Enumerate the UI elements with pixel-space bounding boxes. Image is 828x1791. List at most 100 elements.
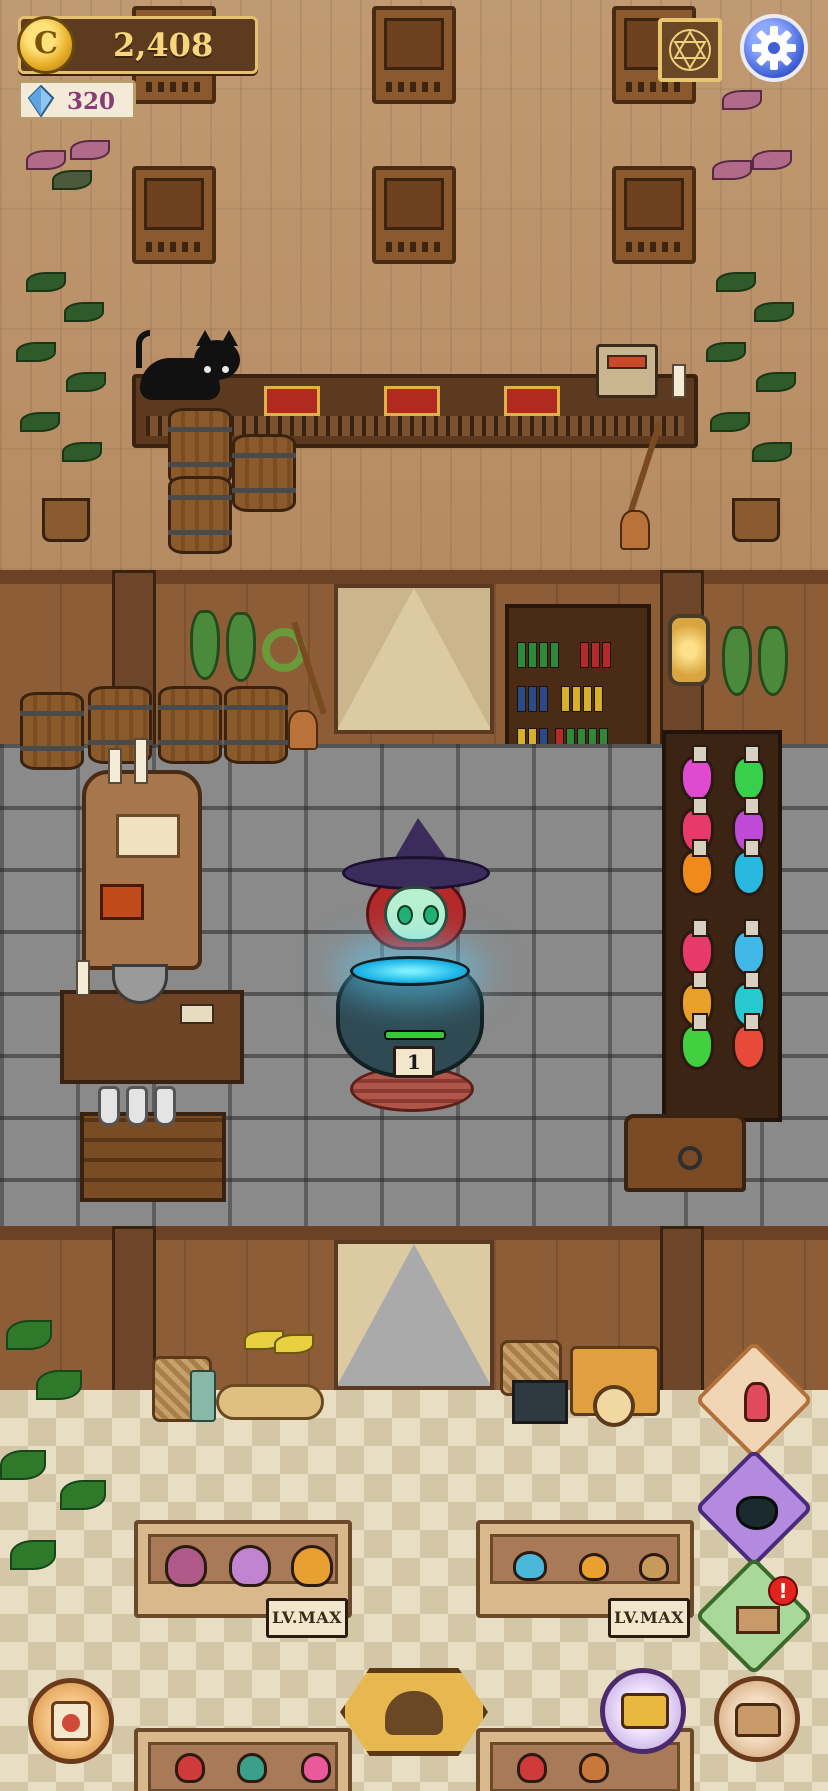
- teal-herb-plant: [237, 1753, 267, 1783]
- broom-icon: [620, 420, 663, 550]
- coin-counter[interactable]: C 2,408: [17, 16, 258, 74]
- barrel: [158, 686, 222, 764]
- recipe-scroll-button[interactable]: [28, 1678, 114, 1764]
- recipe-scroll-icon: [51, 1701, 91, 1741]
- potion-bottle[interactable]: [680, 1013, 714, 1070]
- potion-bottle[interactable]: [680, 745, 714, 802]
- purple-flower-plant: [165, 1545, 207, 1587]
- gem-counter[interactable]: 320: [18, 80, 136, 120]
- barrel: [20, 692, 84, 770]
- purple-mushroom: [229, 1545, 271, 1587]
- customer-chair: [132, 166, 216, 264]
- shop-cart-button[interactable]: [600, 1668, 686, 1754]
- candle-icon: [108, 748, 122, 784]
- gear-icon: [752, 26, 796, 70]
- dried-herb-bundle: [758, 626, 788, 696]
- coin-amount: 2,408: [113, 26, 214, 64]
- candle-icon: [672, 364, 686, 398]
- planter-level-label: LV.MAX: [608, 1598, 690, 1638]
- black-cat[interactable]: [136, 330, 240, 400]
- customer-chair: [372, 6, 456, 104]
- barrel: [224, 686, 288, 764]
- gold-coin-icon: C: [17, 16, 75, 74]
- flower-plant: [26, 140, 116, 200]
- dried-herb-bundle: [722, 626, 752, 696]
- treasure-chest[interactable]: [624, 1114, 746, 1192]
- hay-bundle: [216, 1384, 324, 1420]
- spellbook-desk[interactable]: [82, 738, 202, 970]
- potion-bottle[interactable]: [680, 919, 714, 976]
- alert-badge: !: [768, 1576, 798, 1606]
- empty-bottle-crate[interactable]: [80, 1086, 226, 1202]
- bookshelf[interactable]: [505, 604, 651, 764]
- vine-leaf: [36, 1370, 82, 1400]
- grimoire-button[interactable]: [658, 18, 722, 82]
- garden-bed-icon: [736, 1606, 780, 1634]
- counter-slot[interactable]: [384, 386, 440, 416]
- spellbook-icon[interactable]: [116, 814, 180, 858]
- barrel: [168, 408, 232, 486]
- blue-herb-plant: [513, 1551, 547, 1581]
- potion-stand-icon: [744, 1382, 770, 1422]
- produce-cart: [570, 1346, 660, 1427]
- garden-fork-icon: [190, 1370, 216, 1422]
- potion-bottle[interactable]: [732, 839, 766, 896]
- customer-chair: [612, 166, 696, 264]
- witch-face: [384, 886, 448, 942]
- barrel: [232, 434, 296, 512]
- oil-lantern-icon: [668, 614, 710, 686]
- ingredient-table[interactable]: [60, 960, 244, 1084]
- red-flower-plant: [517, 1753, 547, 1783]
- brew-progress-bar: [384, 1030, 446, 1040]
- potted-plant: [706, 272, 806, 542]
- herb-crate: [512, 1380, 568, 1424]
- wall-post: [112, 1226, 156, 1406]
- potion-bottle[interactable]: [732, 1013, 766, 1070]
- game-scene: 1 LV.MAX LV.MAX C 2,408 320 !: [0, 0, 828, 1791]
- hexagram-icon: [669, 29, 711, 71]
- vine-leaf: [60, 1480, 106, 1510]
- candle-icon: [76, 960, 90, 996]
- potion-bottle[interactable]: [680, 839, 714, 896]
- cauldron-icon: [736, 1496, 778, 1530]
- yellow-flowers: [244, 1330, 314, 1370]
- cauldron-level-label: 1: [393, 1046, 435, 1078]
- golden-mushroom: [291, 1545, 333, 1587]
- orange-mushroom: [579, 1553, 609, 1581]
- broom-icon: [288, 620, 327, 750]
- seed-tray-icon: [180, 1004, 214, 1024]
- brew-progress-fill: [386, 1032, 444, 1038]
- potion-bottle[interactable]: [732, 919, 766, 976]
- candle-icon: [134, 738, 148, 784]
- stone-doorway[interactable]: [334, 1240, 494, 1390]
- potion-bottle[interactable]: [732, 745, 766, 802]
- red-flower-plant: [175, 1753, 205, 1783]
- cauldron-brew: [350, 956, 470, 986]
- shop-cart-icon: [621, 1693, 669, 1729]
- storage-chest-button[interactable]: [714, 1676, 800, 1762]
- planter-level-label: LV.MAX: [266, 1598, 348, 1638]
- curtain-doorway[interactable]: [334, 584, 494, 734]
- rune-tome-icon: [100, 884, 144, 920]
- cash-register-icon[interactable]: [596, 344, 658, 398]
- orange-vine-plant: [579, 1753, 609, 1783]
- mortar-pestle-icon[interactable]: [112, 964, 168, 1004]
- vine-leaf: [10, 1540, 56, 1570]
- customers-button[interactable]: [340, 1668, 488, 1756]
- barrel: [168, 476, 232, 554]
- settings-button[interactable]: [740, 14, 808, 82]
- flower-plant: [712, 90, 812, 200]
- pink-flower-plant: [301, 1753, 331, 1783]
- garden-planter[interactable]: [134, 1728, 352, 1791]
- counter-slot[interactable]: [504, 386, 560, 416]
- potion-display-shelf[interactable]: [662, 730, 782, 1122]
- dried-herb-bundle: [226, 612, 256, 682]
- storage-chest-icon: [735, 1703, 781, 1737]
- customer-chair: [372, 166, 456, 264]
- dried-herb-bundle: [190, 610, 220, 680]
- potted-plant: [16, 272, 116, 542]
- gem-amount: 320: [67, 88, 116, 115]
- vine-leaf: [6, 1320, 52, 1350]
- blue-crystal-icon: [27, 85, 55, 117]
- counter-slot[interactable]: [264, 386, 320, 416]
